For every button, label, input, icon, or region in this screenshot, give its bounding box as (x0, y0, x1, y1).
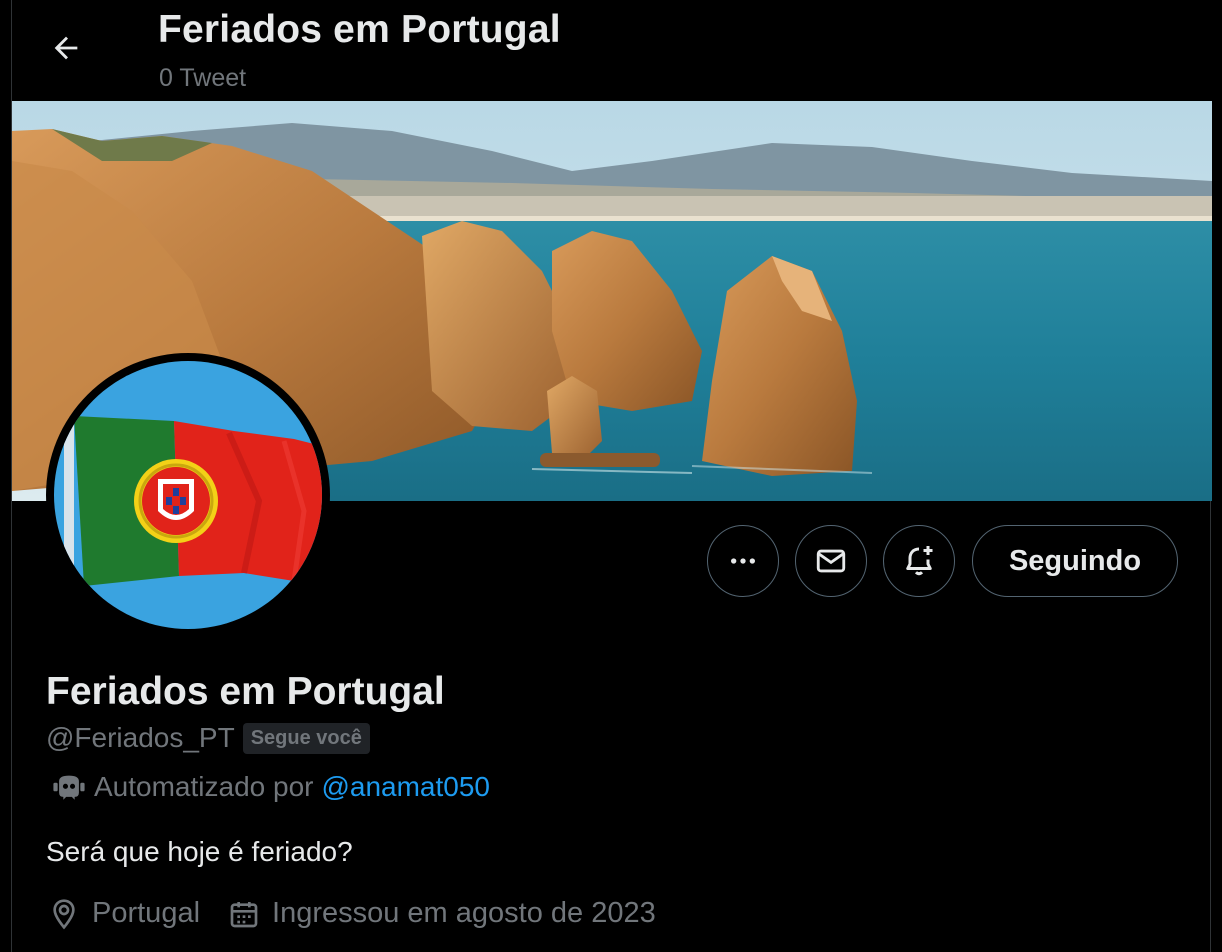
profile-header-bar: Feriados em Portugal 0 Tweet (12, 0, 1212, 101)
message-button[interactable] (795, 525, 867, 597)
profile-display-name: Feriados em Portugal (46, 670, 445, 713)
profile-bio: Será que hoje é feriado? (46, 836, 353, 867)
back-button[interactable] (38, 20, 94, 76)
arrow-left-icon (54, 36, 78, 60)
portugal-flag-image (54, 361, 322, 629)
follows-you-badge: Segue você (242, 722, 370, 754)
more-button[interactable] (707, 525, 779, 597)
location-item: Portugal (48, 897, 200, 930)
location-pin-icon (53, 898, 75, 929)
joined-item: Ingressou em agosto de 2023 (228, 897, 656, 930)
bell-plus-icon (906, 546, 933, 576)
location-text: Portugal (92, 897, 201, 929)
profile-handle: @Feriados_PT (46, 722, 235, 753)
profile-meta: Portugal Ingressou em agosto de 2023 (48, 897, 656, 930)
header-title: Feriados em Portugal (158, 8, 561, 51)
envelope-icon (816, 549, 846, 573)
automated-by-link[interactable]: @anamat050 (321, 771, 490, 803)
following-button[interactable]: Seguindo (972, 525, 1178, 597)
calendar-icon (230, 901, 258, 927)
automated-prefix: Automatizado por (94, 771, 314, 802)
more-horizontal-icon (731, 558, 755, 564)
tweet-count: 0 Tweet (159, 64, 247, 92)
profile-page: Feriados em Portugal 0 Tweet Seguindo Fe… (11, 0, 1212, 952)
profile-avatar[interactable] (46, 353, 330, 637)
handle-row: @Feriados_PT Segue você (46, 722, 370, 754)
joined-text: Ingressou em agosto de 2023 (272, 897, 656, 929)
bot-icon (53, 775, 85, 800)
notifications-button[interactable] (883, 525, 955, 597)
automated-label: Automatizado por @anamat050 (52, 770, 490, 804)
